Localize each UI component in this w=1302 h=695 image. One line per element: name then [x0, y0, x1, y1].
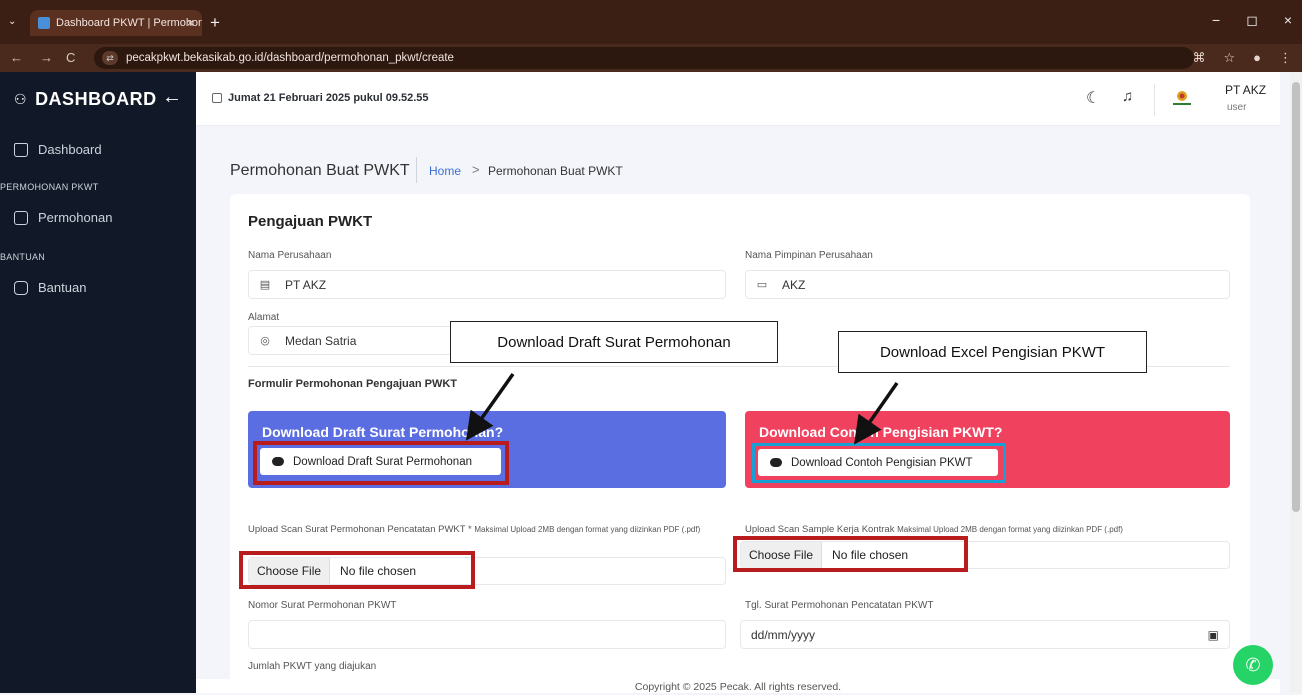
browser-menu-icon[interactable]: ⋮ — [1279, 50, 1292, 66]
upload1-label: Upload Scan Surat Permohonan Pencatatan … — [248, 520, 718, 540]
sidebar-section-permohonan: PERMOHONAN PKWT — [0, 182, 99, 192]
page-title: Permohonan Buat PWKT — [230, 162, 410, 179]
url-text: pecakpkwt.bekasikab.go.id/dashboard/perm… — [126, 52, 454, 64]
alamat-label: Alamat — [248, 312, 280, 323]
nama-perusahaan-label: Nama Perusahaan — [248, 250, 332, 261]
bookmark-star-icon[interactable]: ☆ — [1223, 50, 1235, 66]
message-icon — [14, 280, 28, 295]
window-controls: − ◻ × — [1212, 12, 1292, 29]
reload-button[interactable]: C — [66, 50, 75, 65]
dark-mode-toggle-icon[interactable]: ☾ — [1086, 88, 1100, 108]
brand-logo-icon: ⚇ — [14, 91, 28, 107]
date-placeholder: dd/mm/yyyy — [751, 627, 816, 642]
sidebar-item-label: Permohonan — [38, 210, 113, 225]
nomor-surat-label: Nomor Surat Permohonan PKWT — [248, 600, 397, 611]
sidebar-collapse-arrow-icon[interactable]: ← — [162, 86, 182, 109]
location-pin-icon: ◎ — [260, 335, 270, 347]
sidebar-item-dashboard[interactable]: Dashboard — [14, 142, 102, 157]
annotation-highlight-upload1 — [239, 551, 475, 589]
nama-pimpinan-label: Nama Pimpinan Perusahaan — [745, 250, 873, 261]
minimize-button[interactable]: − — [1212, 12, 1220, 29]
annotation-highlight-upload2 — [733, 536, 968, 572]
translate-icon[interactable]: ⌘ — [1192, 50, 1205, 66]
sidebar-brand[interactable]: ⚇ DASHBOARD — [14, 89, 157, 110]
sidebar-section-bantuan: BANTUAN — [0, 252, 46, 262]
profile-icon[interactable]: ● — [1253, 50, 1261, 66]
favicon-icon — [38, 17, 50, 29]
callout-download-draft: Download Draft Surat Permohonan — [450, 321, 778, 363]
nama-perusahaan-field[interactable]: ▤ PT AKZ — [248, 270, 726, 299]
home-icon — [14, 142, 28, 157]
user-role: user — [1227, 102, 1247, 113]
notification-bell-icon[interactable]: ♫ — [1122, 88, 1133, 105]
jumlah-pkwt-label: Jumlah PKWT yang diajukan — [248, 661, 377, 672]
nama-pimpinan-field[interactable]: ▭ AKZ — [745, 270, 1230, 299]
upload1-hint: Maksimal Upload 2MB dengan format yang d… — [474, 525, 701, 534]
breadcrumb-home-link[interactable]: Home — [429, 164, 461, 178]
callout-text: Download Draft Surat Permohonan — [497, 333, 731, 351]
url-field[interactable]: ⇄ pecakpkwt.bekasikab.go.id/dashboard/pe… — [94, 47, 1194, 69]
annotation-highlight-contoh — [752, 443, 1006, 483]
tgl-surat-label: Tgl. Surat Permohonan Pencatatan PKWT — [745, 600, 934, 611]
tab-close-icon[interactable]: × — [187, 16, 194, 30]
tab-list-menu-button[interactable]: ⌄ — [8, 16, 16, 27]
calendar-icon — [212, 93, 222, 103]
nama-perusahaan-value: PT AKZ — [285, 277, 327, 292]
sidebar-item-label: Bantuan — [38, 280, 87, 295]
draft-card-title: Download Draft Surat Permohonan? — [262, 424, 504, 440]
sidebar-item-label: Dashboard — [38, 142, 102, 157]
sidebar-item-bantuan[interactable]: Bantuan — [14, 280, 86, 295]
breadcrumb-separator: > — [472, 162, 480, 177]
upload1-label-text: Upload Scan Surat Permohonan Pencatatan … — [248, 524, 472, 535]
id-card-icon: ▭ — [756, 279, 768, 291]
upload2-hint: Maksimal Upload 2MB dengan format yang d… — [897, 525, 1123, 534]
tab-title: Dashboard PKWT | Permohonan — [56, 17, 202, 29]
user-name[interactable]: PT AKZ — [1225, 83, 1266, 97]
annotation-highlight-draft — [253, 441, 509, 485]
restore-button[interactable]: ◻ — [1246, 12, 1258, 29]
whatsapp-chat-icon[interactable]: ✆ — [1233, 645, 1273, 685]
company-logo-avatar[interactable] — [1171, 88, 1193, 108]
divider — [1154, 84, 1155, 116]
browser-tab-active[interactable]: Dashboard PKWT | Permohonan × — [30, 10, 202, 36]
browser-toolbar-right: ⌘ ☆ ● ⋮ — [1192, 50, 1292, 66]
callout-text: Download Excel Pengisian PKWT — [879, 343, 1106, 361]
calendar-picker-icon[interactable]: ▣ — [1208, 628, 1219, 642]
divider — [416, 157, 417, 183]
close-window-button[interactable]: × — [1284, 12, 1292, 29]
browser-tab-bar: ⌄ Dashboard PKWT | Permohonan × + − ◻ × — [0, 0, 1302, 44]
current-datetime: Jumat 21 Februari 2025 pukul 09.52.55 — [212, 92, 429, 104]
sidebar: ⚇ DASHBOARD ← Dashboard PERMOHONAN PKWT … — [0, 72, 196, 693]
form-title: Pengajuan PWKT — [248, 213, 373, 230]
sidebar-item-permohonan[interactable]: Permohonan — [14, 210, 112, 225]
alamat-value: Medan Satria — [285, 333, 357, 348]
contoh-card-title: Download Contoh Pengisian PKWT? — [759, 424, 1003, 440]
archive-icon — [14, 210, 28, 225]
datetime-text: Jumat 21 Februari 2025 pukul 09.52.55 — [228, 92, 429, 104]
upload2-label-text: Upload Scan Sample Kerja Kontrak — [745, 524, 895, 535]
back-button[interactable]: ← — [10, 50, 23, 65]
brand-title: DASHBOARD — [35, 89, 157, 109]
nomor-surat-field[interactable] — [248, 620, 726, 649]
tgl-surat-date-field[interactable]: dd/mm/yyyy ▣ — [740, 620, 1230, 649]
nama-pimpinan-value: AKZ — [782, 277, 806, 292]
site-info-icon[interactable]: ⇄ — [102, 51, 118, 65]
footer: Copyright © 2025 Pecak. All rights reser… — [196, 679, 1280, 693]
form-subtitle: Formulir Permohonan Pengajuan PWKT — [248, 378, 458, 390]
building-icon: ▤ — [259, 279, 271, 291]
callout-download-excel: Download Excel Pengisian PKWT — [838, 331, 1147, 373]
forward-button[interactable]: → — [40, 50, 53, 65]
scrollbar-thumb[interactable] — [1292, 82, 1300, 512]
page-scrollbar[interactable] — [1290, 72, 1302, 693]
address-bar-row: ← → C ⇄ pecakpkwt.bekasikab.go.id/dashbo… — [0, 44, 1302, 72]
breadcrumb-current: Permohonan Buat PWKT — [488, 164, 623, 178]
top-header: Jumat 21 Februari 2025 pukul 09.52.55 ☾ … — [196, 72, 1280, 126]
new-tab-button[interactable]: + — [210, 13, 220, 33]
